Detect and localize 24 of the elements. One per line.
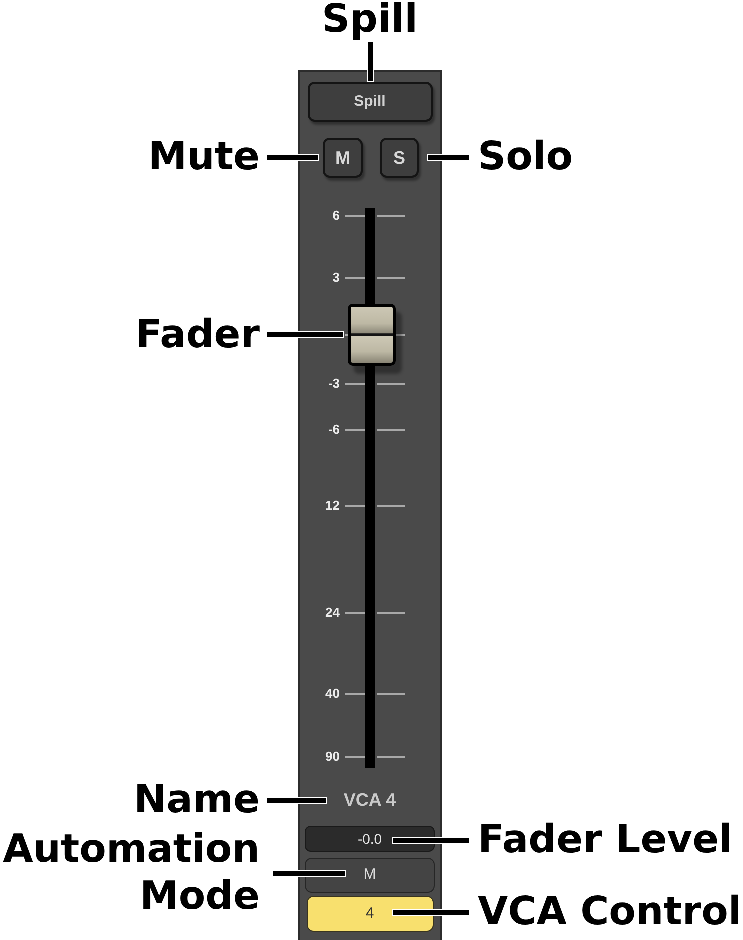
scale-label: -3 <box>328 376 340 392</box>
gain-display[interactable]: -0.0 <box>305 826 435 852</box>
fader-handle[interactable] <box>348 304 396 366</box>
callout-label: Solo <box>478 134 574 180</box>
scale-label: -6 <box>328 422 340 438</box>
callout-label: Fader <box>136 311 260 358</box>
scale-label: 6 <box>332 208 340 224</box>
callout-label: Spill <box>322 0 418 40</box>
scale-label: 24 <box>326 605 340 622</box>
scale-label: 3 <box>332 270 340 286</box>
callout-label: Fader Level <box>478 816 732 864</box>
strip-name: VCA 4 <box>344 790 396 810</box>
callout-label: Name <box>134 776 260 824</box>
vca-button[interactable]: 4 <box>306 896 434 932</box>
scale-label: 12 <box>326 498 340 514</box>
automation-mode-button[interactable]: M <box>305 858 435 893</box>
scale-label: 90 <box>326 748 340 765</box>
callout-label: Mute <box>148 134 260 180</box>
callout-label: Automation Mode <box>2 826 260 920</box>
solo-button[interactable]: S <box>380 138 419 178</box>
mute-button[interactable]: M <box>323 138 363 178</box>
spill-button[interactable]: Spill <box>308 82 432 122</box>
callout-label: VCA Control <box>478 888 742 936</box>
scale-label: 40 <box>326 686 340 702</box>
